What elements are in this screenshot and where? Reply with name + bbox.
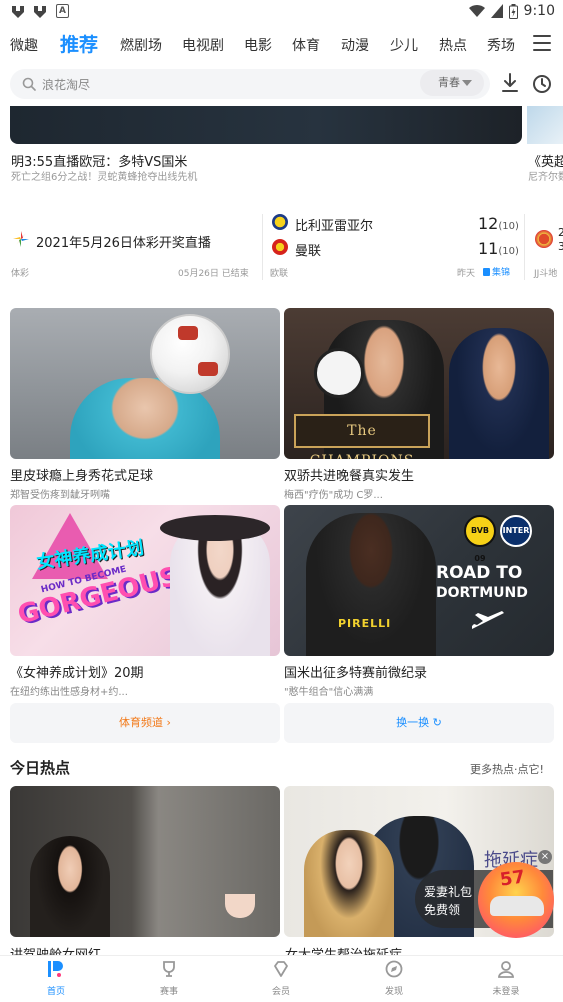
video-thumbnail[interactable]: 女神养成计划 HOW TO BECOME GORGEOUS [10, 505, 280, 656]
banner-subtitle: 死亡之组6分之战！灵蛇黄蜂抢夺出线先机 [11, 172, 198, 183]
inter-badge-icon: INTER [500, 515, 532, 547]
battery-icon [508, 3, 518, 19]
user-icon [498, 961, 514, 978]
video-subtitle: 梅西"疗伤"成功 C罗... [284, 490, 383, 501]
tab-weiqu[interactable]: 微趣 [10, 35, 38, 55]
chevron-down-icon [462, 80, 472, 86]
compass-icon [385, 960, 403, 978]
side-match-category: JJ斗地 [534, 269, 558, 279]
video-thumbnail[interactable]: PIRELLI BVB 09 INTER ROAD TO DORTMUND [284, 505, 554, 656]
section-title: 今日热点 [10, 759, 71, 777]
banner-side-thumbnail[interactable] [527, 106, 563, 144]
menu-icon[interactable] [533, 35, 551, 53]
champions-overlay: The CHAMPIONS [294, 414, 430, 459]
video-icon [483, 268, 490, 276]
car-image [490, 896, 544, 916]
video-title[interactable]: 《女神养成计划》20期 [10, 662, 280, 681]
video-title[interactable]: 国米出征多特赛前微纪录 [284, 662, 554, 681]
side-match-score-top: 2 [558, 226, 563, 239]
banner-side-subtitle: 尼齐尔数 [528, 172, 563, 183]
airplane-icon [472, 611, 504, 629]
villarreal-badge-icon [272, 214, 288, 230]
youku-app-icon [12, 6, 24, 18]
close-icon[interactable]: × [538, 850, 552, 864]
tab-tv-series[interactable]: 电视剧 [182, 35, 224, 55]
sports-lottery-logo-icon [13, 231, 29, 247]
video-card[interactable]: 女神养成计划 HOW TO BECOME GORGEOUS 《女神养成计划》20… [10, 505, 280, 698]
lottery-title[interactable]: 2021年5月26日体彩开奖直播 [36, 232, 211, 251]
tab-kids[interactable]: 少儿 [390, 35, 418, 55]
tab-anime[interactable]: 动漫 [341, 35, 369, 55]
video-subtitle: 在纽约练出性感身材+约... [10, 687, 128, 698]
signal-icon [490, 4, 503, 18]
home-logo-icon [48, 961, 63, 977]
overlay-line2: DORTMUND [436, 585, 528, 601]
promo-line2[interactable]: 免费领 [424, 901, 460, 918]
search-input[interactable]: 浪花淘尽 [10, 69, 490, 99]
video-title[interactable]: 里皮球瘾上身秀花式足球 [10, 465, 280, 484]
tab-show[interactable]: 秀场 [487, 35, 515, 55]
tab-hot[interactable]: 热点 [439, 35, 467, 55]
hot-video-card[interactable] [10, 786, 280, 937]
sports-channel-button[interactable]: 体育频道 › [10, 703, 280, 743]
youku-app-icon [34, 6, 46, 18]
tab-sports[interactable]: 体育 [292, 35, 320, 55]
bvb-badge-icon: BVB 09 [464, 515, 496, 563]
a-app-icon: A [56, 4, 69, 18]
refresh-icon: ↻ [432, 716, 442, 729]
video-thumbnail[interactable]: The CHAMPIONS [284, 308, 554, 459]
more-hot-link[interactable]: 更多热点·点它! [470, 761, 544, 777]
nav-vip[interactable]: 会员 [251, 960, 311, 997]
status-bar: A 9:10 [0, 0, 563, 26]
wifi-icon [468, 4, 485, 18]
overlay-line1: ROAD TO [436, 563, 523, 583]
download-icon[interactable] [500, 72, 520, 94]
away-team-name: 曼联 [295, 244, 322, 259]
video-card[interactable]: 里皮球瘾上身秀花式足球 郑智受伤疼到龇牙咧嘴 [10, 308, 280, 501]
video-subtitle: 郑智受伤疼到龇牙咧嘴 [10, 490, 110, 501]
filter-dropdown[interactable]: 青春 [420, 70, 484, 96]
tab-recommend[interactable]: 推荐 [60, 30, 98, 57]
video-title[interactable]: 双骄共进晚餐真实发生 [284, 465, 554, 484]
manutd-badge-icon [272, 239, 288, 255]
sponsor-text: PIRELLI [338, 617, 392, 630]
nav-discover[interactable]: 发现 [364, 960, 424, 997]
banner-thumbnail[interactable] [10, 106, 522, 144]
promo-line1[interactable]: 爱妻礼包 [424, 883, 472, 900]
tab-ranjuchang[interactable]: 燃剧场 [120, 35, 162, 55]
channel-tabs: 微趣 推荐 燃剧场 电视剧 电影 体育 动漫 少儿 热点 秀场 [0, 26, 563, 64]
trophy-icon [163, 961, 175, 977]
side-match-score-bottom: 3 [558, 240, 563, 253]
card-divider [262, 214, 263, 280]
match-date: 昨天 [457, 269, 476, 279]
search-placeholder: 浪花淘尽 [42, 78, 91, 92]
video-thumbnail[interactable] [10, 308, 280, 459]
chevron-right-icon: › [166, 716, 171, 729]
video-subtitle: "憨牛组合"信心满满 [284, 687, 374, 698]
highlights-link[interactable]: 集锦 [483, 265, 510, 278]
away-team-score: 11(10) [478, 239, 519, 258]
video-thumbnail[interactable] [10, 786, 280, 937]
history-icon[interactable] [532, 74, 552, 94]
side-match-badge-icon [535, 230, 553, 248]
status-time: 9:10 [523, 3, 555, 19]
filter-label: 青春 [438, 76, 460, 89]
lottery-date: 05月26日 已结束 [178, 269, 249, 279]
promo-badge: 57 [498, 866, 527, 891]
video-card[interactable]: PIRELLI BVB 09 INTER ROAD TO DORTMUND 国米… [284, 505, 554, 698]
nav-profile[interactable]: 未登录 [476, 960, 536, 997]
search-icon [22, 77, 36, 91]
nav-home[interactable]: 首页 [26, 960, 86, 997]
home-team-score: 12(10) [478, 214, 519, 233]
card-divider [524, 214, 525, 280]
lottery-category: 体彩 [11, 269, 30, 279]
tab-movie[interactable]: 电影 [244, 35, 272, 55]
bottom-nav: 首页 赛事 会员 发现 未登录 [0, 955, 563, 1002]
nav-matches[interactable]: 赛事 [139, 960, 199, 997]
home-team-name: 比利亚雷亚尔 [295, 219, 374, 234]
refresh-button[interactable]: 换一换 ↻ [284, 703, 554, 743]
diamond-icon [274, 961, 288, 977]
video-card[interactable]: The CHAMPIONS 双骄共进晚餐真实发生 梅西"疗伤"成功 C罗... [284, 308, 554, 501]
match-category: 欧联 [270, 269, 289, 279]
